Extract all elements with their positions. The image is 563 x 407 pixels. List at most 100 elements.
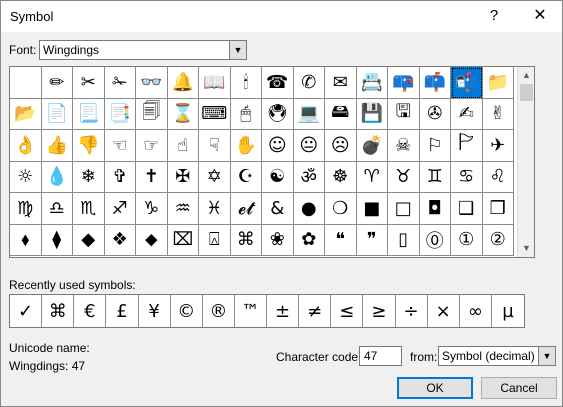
- symbol-cell[interactable]: 💾: [356, 98, 388, 130]
- symbol-cell[interactable]: 🖴: [325, 98, 357, 130]
- symbol-cell[interactable]: ▯: [388, 224, 420, 256]
- symbol-cell[interactable]: ☜: [104, 130, 136, 162]
- close-button[interactable]: ✕: [525, 5, 555, 27]
- symbol-cell[interactable]: 💣: [356, 130, 388, 162]
- symbol-cell[interactable]: 👎: [73, 130, 105, 162]
- symbol-cell[interactable]: ◘: [419, 193, 451, 225]
- recent-symbol-cell[interactable]: ∞: [460, 295, 492, 327]
- symbol-cell[interactable]: ✠: [167, 161, 199, 193]
- symbol-cell[interactable]: 🕯: [230, 67, 262, 99]
- recent-symbol-cell[interactable]: ≠: [299, 295, 332, 327]
- cancel-button[interactable]: Cancel: [481, 377, 557, 399]
- chevron-down-icon[interactable]: ▼: [538, 347, 555, 365]
- symbol-grid[interactable]: ✏ ✂ ✁ 👓 🔔 📖 🕯 ☎ ✆ ✉ 📇 📪 📫 📬 📁 📂 📄 📃 📑 🗐 ⌛ ⌨ 🖱 🖲 💻 🖴 💾 🖫 ✇ ✍ ✌ 👌 👍 👎 ☜ ☞ ☝ ☟ ✋ ☺…: [9, 66, 535, 258]
- symbol-cell[interactable]: ☎: [262, 67, 294, 99]
- symbol-cell[interactable]: ♑: [136, 193, 168, 225]
- symbol-cell[interactable]: ⌨: [199, 98, 231, 130]
- symbol-cell[interactable]: ❀: [262, 224, 294, 256]
- symbol-cell[interactable]: ■: [356, 193, 388, 225]
- symbol-cell[interactable]: ⧫: [41, 224, 73, 256]
- symbol-cell[interactable]: ♒: [167, 193, 199, 225]
- symbol-cell[interactable]: ①: [451, 224, 483, 256]
- symbol-cell[interactable]: 📑: [104, 98, 136, 130]
- scroll-up-icon[interactable]: ▲: [518, 67, 535, 84]
- symbol-cell[interactable]: ⬥: [136, 224, 168, 256]
- symbol-cell[interactable]: ♐: [104, 193, 136, 225]
- symbol-cell[interactable]: ⌧: [167, 224, 199, 256]
- symbol-cell[interactable]: 🖲: [262, 98, 294, 130]
- symbol-cell[interactable]: ❞: [356, 224, 388, 256]
- symbol-cell[interactable]: ✆: [293, 67, 325, 99]
- recent-symbol-cell[interactable]: ®: [203, 295, 235, 327]
- recent-symbol-cell[interactable]: µ: [492, 295, 524, 327]
- symbol-cell[interactable]: ❍: [325, 193, 357, 225]
- symbol-cell[interactable]: 🖱: [230, 98, 262, 130]
- symbol-cell[interactable]: ⌛: [167, 98, 199, 130]
- recent-symbol-cell[interactable]: ¥: [139, 295, 171, 327]
- symbol-cell[interactable]: ❖: [104, 224, 136, 256]
- symbol-cell[interactable]: ✏: [41, 67, 73, 99]
- symbol-cell[interactable]: 👍: [41, 130, 73, 162]
- symbol-cell[interactable]: 👓: [136, 67, 168, 99]
- symbol-cell[interactable]: ☸: [325, 161, 357, 193]
- symbol-cell[interactable]: 💻: [293, 98, 325, 130]
- symbol-cell[interactable]: ⓪: [419, 224, 451, 256]
- symbol-cell[interactable]: ☼: [10, 161, 42, 193]
- symbol-cell[interactable]: ②: [482, 224, 514, 256]
- symbol-cell[interactable]: ✝: [136, 161, 168, 193]
- symbol-cell[interactable]: 🖫: [388, 98, 420, 130]
- symbol-cell[interactable]: ☝: [167, 130, 199, 162]
- symbol-cell[interactable]: ☺: [262, 130, 294, 162]
- symbol-cell[interactable]: ⚐: [419, 130, 451, 162]
- recent-symbol-cell[interactable]: £: [106, 295, 139, 327]
- symbol-cell[interactable]: ♋: [451, 161, 483, 193]
- symbol-cell[interactable]: 📂: [10, 98, 42, 130]
- character-code-input[interactable]: 47: [359, 346, 402, 366]
- symbol-cell[interactable]: ❒: [482, 193, 514, 225]
- symbol-cell[interactable]: ❝: [325, 224, 357, 256]
- recent-symbol-cell[interactable]: ×: [428, 295, 460, 327]
- from-dropdown[interactable]: Symbol (decimal) ▼: [438, 346, 556, 366]
- symbol-cell[interactable]: 📄: [41, 98, 73, 130]
- recent-symbol-cell[interactable]: €: [74, 295, 107, 327]
- symbol-cell[interactable]: ♏: [73, 193, 105, 225]
- symbol-cell[interactable]: ☹: [325, 130, 357, 162]
- recent-symbol-cell[interactable]: ≤: [331, 295, 364, 327]
- symbol-cell[interactable]: ⌘: [230, 224, 262, 256]
- symbol-cell[interactable]: ✡: [199, 161, 231, 193]
- symbol-cell[interactable]: ✋: [230, 130, 262, 162]
- symbol-cell[interactable]: [10, 67, 42, 99]
- symbol-cell[interactable]: ✍: [451, 98, 483, 130]
- symbol-cell[interactable]: ☠: [388, 130, 420, 162]
- symbol-cell[interactable]: ♉: [388, 161, 420, 193]
- symbol-cell[interactable]: ॐ: [293, 161, 325, 193]
- symbol-cell[interactable]: 📪: [388, 67, 420, 99]
- symbol-cell[interactable]: ⬧: [10, 224, 42, 256]
- symbol-cell[interactable]: 📇: [356, 67, 388, 99]
- symbol-cell[interactable]: ☪: [230, 161, 262, 193]
- symbol-cell[interactable]: ✁: [104, 67, 136, 99]
- symbol-cell[interactable]: 𝓮𝓽: [230, 193, 262, 225]
- scroll-down-icon[interactable]: ▼: [518, 240, 535, 257]
- recent-symbol-cell[interactable]: ©: [171, 295, 203, 327]
- symbol-cell[interactable]: ♊: [419, 161, 451, 193]
- recent-symbol-cell[interactable]: ⌘: [42, 295, 75, 327]
- recent-symbol-cell[interactable]: ±: [267, 295, 300, 327]
- help-button[interactable]: ?: [479, 5, 509, 27]
- symbol-cell[interactable]: 📬: [451, 67, 483, 99]
- symbol-cell[interactable]: ♍: [10, 193, 42, 225]
- symbol-cell[interactable]: ✂: [73, 67, 105, 99]
- symbol-cell[interactable]: ☟: [199, 130, 231, 162]
- symbol-cell[interactable]: 🔔: [167, 67, 199, 99]
- symbol-cell[interactable]: ♓: [199, 193, 231, 225]
- symbol-cell[interactable]: 📖: [199, 67, 231, 99]
- symbol-cell[interactable]: 👌: [10, 130, 42, 162]
- symbol-cell[interactable]: &: [262, 193, 294, 225]
- symbol-cell[interactable]: ✈: [482, 130, 514, 162]
- symbol-cell[interactable]: ❑: [451, 193, 483, 225]
- symbol-cell[interactable]: □: [388, 193, 420, 225]
- recent-symbol-cell[interactable]: ✓: [10, 295, 43, 327]
- symbol-cell[interactable]: ⍓: [199, 224, 231, 256]
- symbol-cell[interactable]: ✇: [419, 98, 451, 130]
- font-dropdown[interactable]: Wingdings ▼: [39, 40, 247, 60]
